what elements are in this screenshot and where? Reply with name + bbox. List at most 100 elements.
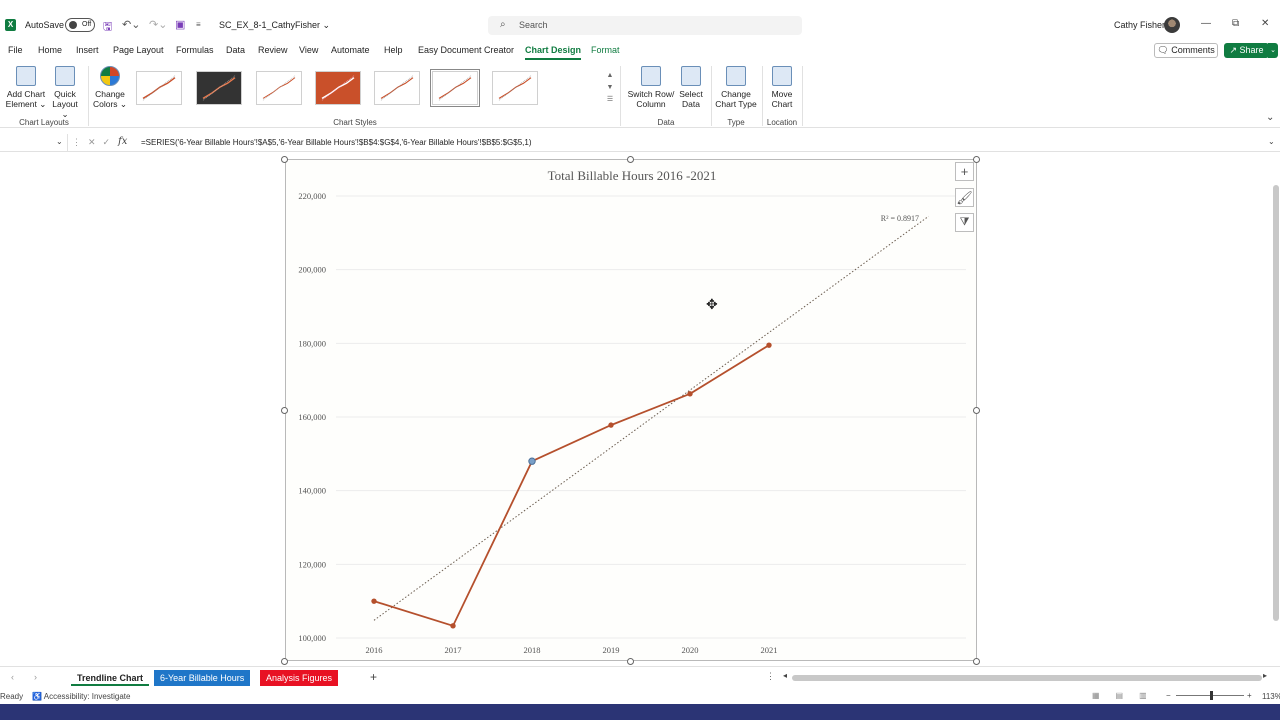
change-chart-type-button[interactable]: Change Chart Type xyxy=(714,66,758,109)
gallery-down-icon[interactable]: ▼ xyxy=(604,82,616,94)
tab-file[interactable]: File xyxy=(8,45,23,55)
resize-handle[interactable] xyxy=(281,407,288,414)
x-tick-label: 2019 xyxy=(603,645,620,655)
save-icon[interactable]: 🖫 xyxy=(103,18,112,37)
vertical-scroll-thumb[interactable] xyxy=(1273,185,1279,621)
gallery-more-icon[interactable]: ☰ xyxy=(604,94,616,106)
tab-page-layout[interactable]: Page Layout xyxy=(113,45,164,55)
tab-view[interactable]: View xyxy=(299,45,318,55)
tab-home[interactable]: Home xyxy=(38,45,62,55)
zoom-out-button[interactable]: − xyxy=(1166,691,1171,700)
resize-handle[interactable] xyxy=(627,156,634,163)
move-chart-button[interactable]: Move Chart xyxy=(766,66,798,109)
resize-handle[interactable] xyxy=(973,407,980,414)
zoom-in-button[interactable]: + xyxy=(1247,691,1252,700)
gallery-up-icon[interactable]: ▲ xyxy=(604,70,616,82)
resize-handle[interactable] xyxy=(973,658,980,665)
comments-button[interactable]: 🗨 Comments xyxy=(1154,43,1218,58)
chart-area[interactable]: Total Billable Hours 2016 -2021 220,000 2… xyxy=(285,159,977,661)
prev-sheet-icon[interactable]: ‹ xyxy=(11,672,14,682)
quick-layout-label-2: Layout ⌄ xyxy=(52,99,78,119)
name-box-dropdown-icon[interactable]: ⌄ xyxy=(56,137,63,146)
chart-style-5[interactable] xyxy=(374,71,420,105)
chart-style-2[interactable] xyxy=(196,71,242,105)
user-name[interactable]: Cathy Fisher xyxy=(1114,20,1165,30)
tab-data[interactable]: Data xyxy=(226,45,245,55)
minimize-icon[interactable]: — xyxy=(1201,18,1211,29)
add-chart-element-button[interactable]: Add Chart Element ⌄ xyxy=(4,66,48,109)
undo-icon[interactable]: ↶⌄ xyxy=(122,18,140,31)
document-title[interactable]: SC_EX_8-1_CathyFisher ⌄ xyxy=(219,20,330,31)
tab-help[interactable]: Help xyxy=(384,45,403,55)
name-box[interactable]: ⌄ xyxy=(0,134,68,151)
customize-toolbar-icon[interactable]: ≡ xyxy=(196,20,201,29)
tab-chart-design[interactable]: Chart Design xyxy=(525,45,582,60)
line-chart[interactable]: Total Billable Hours 2016 -2021 220,000 2… xyxy=(286,160,978,662)
sheet-tab-analysis-figures[interactable]: Analysis Figures xyxy=(260,670,339,686)
zoom-slider-thumb[interactable] xyxy=(1210,691,1213,700)
tab-insert[interactable]: Insert xyxy=(76,45,99,55)
tab-formulas[interactable]: Formulas xyxy=(176,45,214,55)
trendline xyxy=(373,215,929,621)
chart-style-1[interactable] xyxy=(136,71,182,105)
chart-style-7[interactable] xyxy=(492,71,538,105)
scroll-left-icon[interactable]: ◂ xyxy=(783,671,787,680)
tab-easy-document-creator[interactable]: Easy Document Creator xyxy=(418,45,514,55)
chart-style-6[interactable] xyxy=(430,69,480,107)
chart-style-4[interactable] xyxy=(315,71,361,105)
resize-handle[interactable] xyxy=(627,658,634,665)
tab-automate[interactable]: Automate xyxy=(331,45,370,55)
redo-icon[interactable]: ↷⌄ xyxy=(149,18,167,31)
ribbon-separator xyxy=(88,66,89,126)
form-icon[interactable]: ▣ xyxy=(175,18,185,31)
autosave-toggle[interactable]: Off xyxy=(65,18,95,32)
scroll-right-icon[interactable]: ▸ xyxy=(1263,671,1267,680)
formula-input[interactable]: =SERIES('6-Year Billable Hours'!$A$5,'6-… xyxy=(141,138,532,147)
chart-filters-funnel-icon[interactable]: ⧩ xyxy=(955,213,974,232)
y-tick-label: 100,000 xyxy=(298,633,326,643)
change-colors-button[interactable]: Change Colors ⌄ xyxy=(92,66,128,109)
share-button[interactable]: ↗ Share xyxy=(1224,43,1269,58)
collapse-ribbon-icon[interactable]: ⌄ xyxy=(1266,112,1274,123)
vertical-scrollbar[interactable] xyxy=(1272,153,1280,663)
avatar[interactable] xyxy=(1164,17,1180,33)
more-options-icon[interactable]: ⋮ xyxy=(766,671,775,682)
close-icon[interactable]: ✕ xyxy=(1261,18,1269,29)
ribbon-separator xyxy=(802,66,803,126)
resize-handle[interactable] xyxy=(281,658,288,665)
quick-layout-button[interactable]: Quick Layout ⌄ xyxy=(48,66,82,119)
restore-icon[interactable]: ⧉ xyxy=(1232,18,1239,29)
select-data-button[interactable]: Select Data xyxy=(677,66,705,109)
switch-row-column-button[interactable]: Switch Row/ Column xyxy=(626,66,676,109)
trendline-r2-label[interactable]: R² = 0.8917 xyxy=(881,214,919,223)
next-sheet-icon[interactable]: › xyxy=(34,672,37,682)
tab-format[interactable]: Format xyxy=(591,45,620,55)
tab-review[interactable]: Review xyxy=(258,45,288,55)
chart-styles-brush-icon[interactable]: 🖌 xyxy=(955,188,974,207)
chart-title[interactable]: Total Billable Hours 2016 -2021 xyxy=(548,168,717,183)
status-bar: Ready ♿ Accessibility: Investigate ▦▤▥ −… xyxy=(0,689,1280,703)
accessibility-status[interactable]: ♿ Accessibility: Investigate xyxy=(32,692,130,701)
formula-bar: ⌄ ⋮✕✓ fx =SERIES('6-Year Billable Hours'… xyxy=(0,134,1280,152)
y-tick-label: 160,000 xyxy=(298,412,326,422)
add-chart-element-icon xyxy=(16,66,36,86)
sheet-tab-6-year-billable-hours[interactable]: 6-Year Billable Hours xyxy=(154,670,251,686)
add-sheet-button[interactable]: + xyxy=(370,670,377,684)
sheet-tab-trendline-chart[interactable]: Trendline Chart xyxy=(71,670,150,686)
status-ready: Ready xyxy=(0,692,24,701)
horizontal-scrollbar[interactable] xyxy=(792,675,1262,681)
ribbon-separator xyxy=(762,66,763,126)
chart-style-3[interactable] xyxy=(256,71,302,105)
zoom-level[interactable]: 113% xyxy=(1262,692,1280,701)
resize-handle[interactable] xyxy=(281,156,288,163)
search-box[interactable]: ⌕ Search xyxy=(488,16,802,35)
group-chart-layouts: Chart Layouts xyxy=(19,118,69,127)
insert-function-icon[interactable]: fx xyxy=(118,136,127,147)
chart-elements-plus-icon[interactable]: + xyxy=(955,162,974,181)
resize-handle[interactable] xyxy=(973,156,980,163)
search-icon: ⌕ xyxy=(500,19,506,30)
share-dropdown-icon[interactable]: ⌄ xyxy=(1268,43,1278,58)
view-buttons[interactable]: ▦▤▥ xyxy=(1092,691,1163,700)
expand-formula-bar-icon[interactable]: ⌄ xyxy=(1268,137,1275,146)
gallery-scroll[interactable]: ▲ ▼ ☰ xyxy=(604,70,616,108)
